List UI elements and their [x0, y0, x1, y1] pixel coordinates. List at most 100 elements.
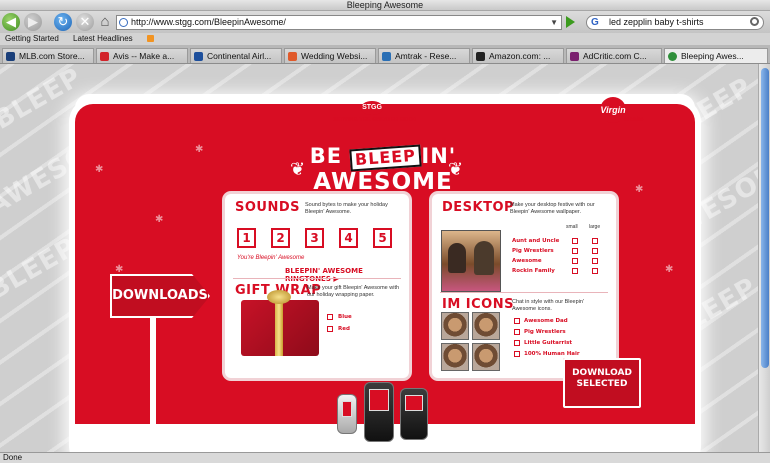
- giftwrap-blue-checkbox[interactable]: [327, 314, 333, 320]
- virgin-logo[interactable]: Virgin: [600, 97, 626, 123]
- forward-button[interactable]: ▶: [24, 13, 42, 31]
- sound-button-3[interactable]: 3: [305, 228, 324, 248]
- tab-amazon[interactable]: Amazon.com: ...: [472, 48, 564, 63]
- home-button[interactable]: ⌂: [96, 13, 114, 31]
- wallpaper-large-checkbox[interactable]: [592, 268, 598, 274]
- im-icon-checkbox[interactable]: [514, 318, 520, 324]
- sound-button-5[interactable]: 5: [373, 228, 392, 248]
- sign-post: [150, 314, 156, 434]
- reload-button[interactable]: ↻: [54, 13, 72, 31]
- address-bar[interactable]: http://www.stgg.com/BleepinAwesome/ ▼: [116, 15, 562, 30]
- background-word: BLEEP: [0, 64, 88, 136]
- scrollbar-thumb[interactable]: [761, 68, 769, 368]
- site-favicon-icon: [119, 18, 128, 27]
- im-icon-label: Little Guitarrist: [524, 340, 573, 346]
- desktop-description: Make your desktop festive with our Bleep…: [510, 202, 595, 215]
- im-icon-checkbox[interactable]: [514, 351, 520, 357]
- stgg-tagline: SERVING THE GREATER GOOD: [333, 117, 417, 123]
- tab-strip: MLB.com Store... Avis -- Make a... Conti…: [0, 45, 770, 64]
- amazon-icon: [476, 52, 485, 61]
- google-icon: G: [591, 17, 599, 28]
- bookmarks-bar: Getting Started Latest Headlines: [0, 33, 770, 45]
- sound-button-2[interactable]: 2: [271, 228, 290, 248]
- wallpaper-option-label: Pig Wrestlers: [512, 248, 554, 254]
- hero-title: BE BLEEP IN' AWESOME: [308, 144, 458, 195]
- giftwrap-blue-label: Blue: [338, 314, 352, 320]
- sounds-giftwrap-panel: SOUNDS Sound bytes to make your holiday …: [225, 194, 409, 378]
- address-bar-url: http://www.stgg.com/BleepinAwesome/: [131, 17, 286, 27]
- downloads-sign: DOWNLOADS: [110, 274, 210, 318]
- bookmark-label: Latest Headlines: [73, 34, 133, 43]
- arrow-right-icon: ▶: [333, 275, 339, 283]
- stop-button[interactable]: ✕: [76, 13, 94, 31]
- im-icon-thumbnail: [441, 312, 469, 340]
- tab-label: Amtrak - Rese...: [395, 51, 457, 61]
- tab-avis[interactable]: Avis -- Make a...: [96, 48, 188, 63]
- search-icon[interactable]: [750, 17, 759, 26]
- page-viewport: BLEEP AWESOME BLEEP BLEEP AWESOME BLEEP …: [0, 64, 758, 452]
- navigation-toolbar: ◀ ▶ ↻ ✕ ⌂ http://www.stgg.com/BleepinAwe…: [0, 11, 770, 33]
- chevron-down-icon[interactable]: ▼: [550, 16, 558, 29]
- wallpaper-small-checkbox[interactable]: [572, 238, 578, 244]
- column-large-header: large: [589, 224, 601, 230]
- tab-label: Bleeping Awes...: [681, 51, 744, 61]
- imicons-heading: IM ICONS: [442, 297, 514, 312]
- mlb-icon: [6, 52, 15, 61]
- adcritic-icon: [570, 52, 579, 61]
- wallpaper-small-checkbox[interactable]: [572, 248, 578, 254]
- tab-adcritic[interactable]: AdCritic.com C...: [566, 48, 662, 63]
- wedding-icon: [288, 52, 297, 61]
- window-title: Bleeping Awesome: [0, 0, 770, 11]
- wallpaper-large-checkbox[interactable]: [592, 258, 598, 264]
- tab-continental[interactable]: Continental Airl...: [190, 48, 282, 63]
- wallpaper-large-checkbox[interactable]: [592, 238, 598, 244]
- search-field[interactable]: G led zepplin baby t-shirts: [586, 15, 764, 30]
- tab-amtrak[interactable]: Amtrak - Rese...: [378, 48, 470, 63]
- back-button[interactable]: ◀: [2, 13, 20, 31]
- status-bar: Done: [0, 452, 770, 463]
- stgg-logo[interactable]: STGG: [361, 101, 383, 115]
- sound-button-4[interactable]: 4: [339, 228, 358, 248]
- giftwrap-description: Make your gift Bleepin' Awesome with our…: [307, 285, 400, 298]
- bookmark-getting-started[interactable]: Getting Started: [5, 34, 59, 43]
- wallpaper-large-checkbox[interactable]: [592, 248, 598, 254]
- wallpaper-small-checkbox[interactable]: [572, 258, 578, 264]
- im-icon-checkbox[interactable]: [514, 329, 520, 335]
- search-query: led zepplin baby t-shirts: [609, 17, 704, 27]
- desktop-heading: DESKTOP: [442, 200, 515, 215]
- desktop-imicons-panel: DESKTOP Make your desktop festive with o…: [432, 194, 616, 378]
- im-icon-label: 100% Human Hair: [524, 351, 580, 357]
- sound-button-1[interactable]: 1: [237, 228, 256, 248]
- ringtones-link-label: BLEEPIN' AWESOME RINGTONES: [285, 267, 363, 283]
- wallpaper-option-label: Awesome: [512, 258, 542, 264]
- sounds-caption: You're Bleepin' Awesome: [237, 255, 305, 261]
- download-selected-button[interactable]: DOWNLOAD SELECTED: [563, 358, 641, 408]
- wallpaper-small-checkbox[interactable]: [572, 268, 578, 274]
- hero-word-in: IN': [421, 144, 457, 168]
- download-selected-line1: DOWNLOAD: [572, 368, 632, 378]
- giftwrap-red-checkbox[interactable]: [327, 326, 333, 332]
- tab-label: Avis -- Make a...: [113, 51, 175, 61]
- go-button[interactable]: [566, 16, 575, 28]
- im-icon-checkbox[interactable]: [514, 340, 520, 346]
- avis-icon: [100, 52, 109, 61]
- ringtones-link[interactable]: BLEEPIN' AWESOME RINGTONES ▶: [285, 267, 409, 283]
- bookmark-latest-headlines[interactable]: Latest Headlines: [73, 34, 154, 43]
- tab-bleeping-awesome[interactable]: Bleeping Awes...: [664, 48, 768, 63]
- phone-image: [400, 388, 428, 440]
- giftwrap-red-label: Red: [338, 326, 350, 332]
- im-icon-label: Awesome Dad: [524, 318, 568, 324]
- wallpaper-thumbnail: [441, 230, 501, 292]
- tab-label: Amazon.com: ...: [489, 51, 551, 61]
- tab-label: Continental Airl...: [207, 51, 272, 61]
- tab-mlb[interactable]: MLB.com Store...: [2, 48, 94, 63]
- vertical-scrollbar[interactable]: [758, 64, 770, 452]
- home-icon: ⌂: [100, 13, 110, 30]
- wallpaper-option-label: Aunt and Uncle: [512, 238, 560, 244]
- section-divider: [233, 278, 401, 279]
- virgin-mobile-label: mobile: [624, 117, 644, 123]
- sounds-description: Sound bytes to make your holiday Bleepin…: [305, 202, 388, 215]
- tab-wedding[interactable]: Wedding Websi...: [284, 48, 376, 63]
- sounds-heading: SOUNDS: [235, 200, 301, 215]
- gift-box-image: [241, 290, 319, 356]
